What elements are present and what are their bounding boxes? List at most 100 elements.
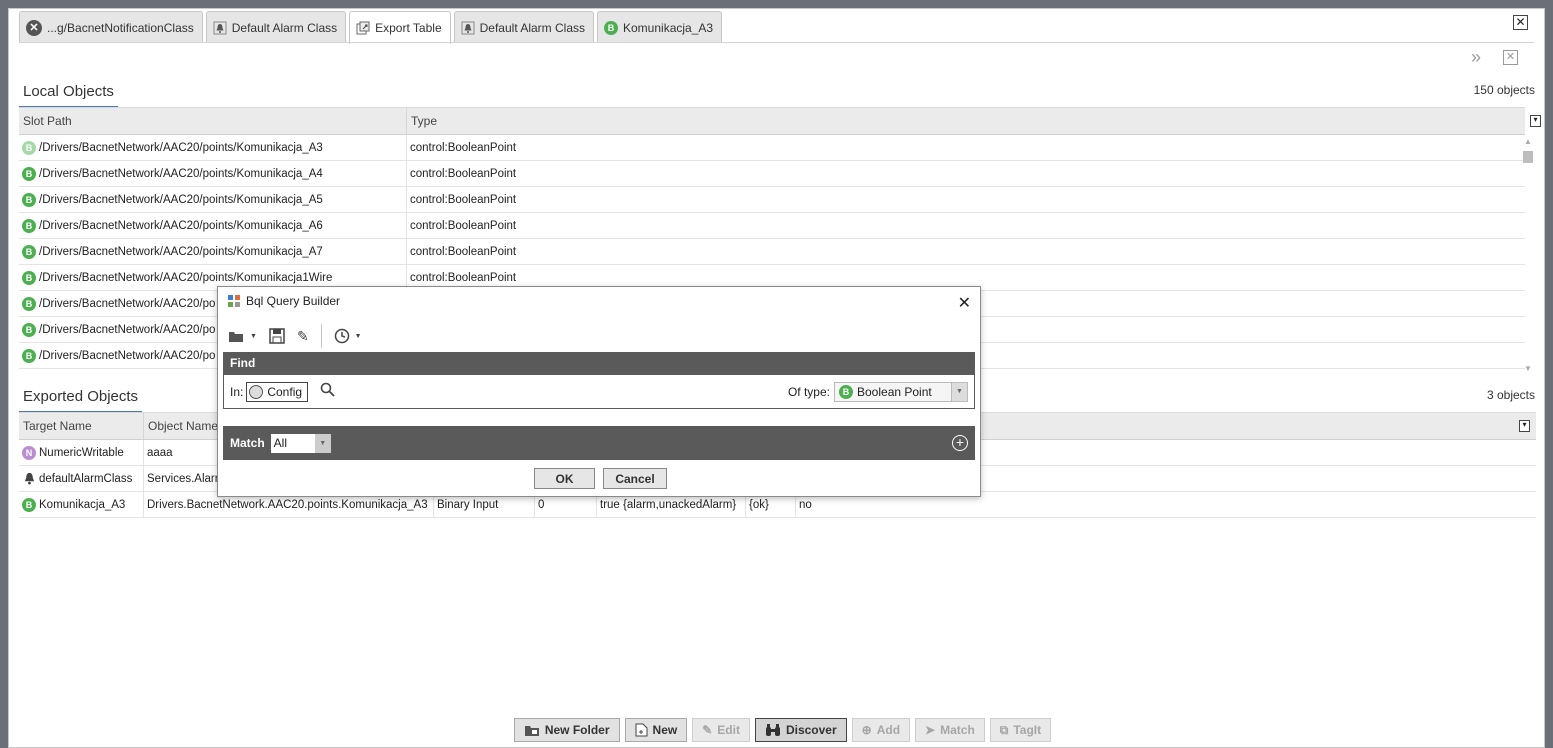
find-section-header: Find xyxy=(223,352,975,375)
find-section: In: Config Of type: B Boolean Point ▼ xyxy=(223,375,975,409)
add-condition-icon[interactable]: + xyxy=(952,435,968,451)
match-arrow-icon: ➤ xyxy=(925,723,936,737)
type-cell: control:BooleanPoint xyxy=(410,193,517,206)
match-button[interactable]: ➤ Match xyxy=(915,718,985,742)
boolean-point-icon: B xyxy=(22,322,36,337)
table-header: Slot Path Type ▾ xyxy=(19,107,1541,135)
slot-path: /Drivers/BacnetNetwork/AAC20/points/Komu… xyxy=(39,245,323,258)
tab-default-alarm-class-1[interactable]: Default Alarm Class xyxy=(205,11,347,43)
discover-button[interactable]: Discover xyxy=(754,718,847,742)
export-table-icon xyxy=(356,21,370,35)
bell-icon xyxy=(22,472,36,486)
close-circle-icon[interactable]: ✕ xyxy=(26,19,42,36)
close-icon[interactable]: ✕ xyxy=(958,293,971,313)
open-folder-menu[interactable]: ▼ xyxy=(228,330,257,343)
slot-path: /Drivers/BacnetNetwork/AAC20/points/Komu… xyxy=(39,193,323,206)
tab-label: Default Alarm Class xyxy=(231,20,338,35)
tag-icon: ⧉ xyxy=(999,722,1009,737)
chevron-down-icon[interactable]: ▼ xyxy=(314,433,331,453)
chevron-down-icon[interactable]: ▼ xyxy=(951,382,967,401)
close-pane-icon[interactable]: ✕ xyxy=(1503,50,1518,65)
bql-icon xyxy=(228,295,240,307)
table-row[interactable]: B/Drivers/BacnetNetwork/AAC20/points/Kom… xyxy=(19,187,1525,213)
boolean-point-icon: B xyxy=(604,20,618,35)
scroll-down-icon[interactable]: ▼ xyxy=(1522,364,1534,373)
table-row[interactable]: B/Drivers/BacnetNetwork/AAC20/points/Kom… xyxy=(19,135,1525,161)
database-icon xyxy=(249,384,264,399)
target-name: NumericWritable xyxy=(39,446,124,459)
slot-path: /Drivers/BacnetNetwork/AAC20/po xyxy=(39,349,216,362)
table-row[interactable]: B/Drivers/BacnetNetwork/AAC20/points/Kom… xyxy=(19,213,1525,239)
boolean-point-icon: B xyxy=(22,348,36,363)
edit-button[interactable]: ✎ Edit xyxy=(692,718,750,742)
slot-path: /Drivers/BacnetNetwork/AAC20/points/Komu… xyxy=(39,141,323,154)
scroll-up-icon[interactable]: ▲ xyxy=(1522,137,1534,146)
alarm-class-icon xyxy=(461,21,475,35)
numeric-writable-icon: N xyxy=(22,445,36,460)
column-header-type[interactable]: Type xyxy=(407,108,1525,134)
add-button[interactable]: ⊕ Add xyxy=(851,718,911,742)
pencil-icon: ✎ xyxy=(296,327,309,344)
search-icon[interactable] xyxy=(320,382,335,401)
button-label: New xyxy=(652,723,678,737)
chevron-down-icon: ▼ xyxy=(250,332,257,340)
button-label: Discover xyxy=(785,723,837,737)
tab-label: Export Table xyxy=(375,21,442,35)
exported-objects-count: 3 objects xyxy=(1486,388,1535,402)
table-row[interactable]: B/Drivers/BacnetNetwork/AAC20/points/Kom… xyxy=(19,239,1525,265)
add-circle-icon: ⊕ xyxy=(861,723,872,737)
boolean-point-icon: B xyxy=(22,244,36,259)
tagit-button[interactable]: ⧉ TagIt xyxy=(989,718,1052,742)
target-name: defaultAlarmClass xyxy=(39,472,133,485)
column-options-icon[interactable]: ▾ xyxy=(1519,420,1530,432)
tab-bar: ✕ ...g/BacnetNotificationClass Default A… xyxy=(19,11,723,44)
new-folder-icon xyxy=(524,725,539,736)
target-name: Komunikacja_A3 xyxy=(39,498,126,511)
double-chevron-right-icon[interactable]: » xyxy=(1471,47,1481,68)
tab-label: Komunikacja_A3 xyxy=(623,20,714,35)
button-label: Match xyxy=(940,723,975,737)
save-icon xyxy=(269,328,285,344)
edit-query-button[interactable]: ✎ xyxy=(297,328,309,345)
close-window-icon[interactable]: ✕ xyxy=(1513,15,1528,30)
boolean-point-icon: B xyxy=(22,497,36,512)
type-cell: control:BooleanPoint xyxy=(410,141,517,154)
new-folder-button[interactable]: New Folder xyxy=(513,718,620,742)
cancel-button[interactable]: Cancel xyxy=(603,468,667,489)
tab-export-table[interactable]: Export Table xyxy=(349,11,451,44)
match-section: Match All ▼ + xyxy=(223,426,975,460)
history-clock-icon xyxy=(334,328,349,344)
save-button[interactable] xyxy=(269,328,285,344)
button-label: Add xyxy=(876,723,901,737)
tab-bacnet-notification-class[interactable]: ✕ ...g/BacnetNotificationClass xyxy=(19,11,203,43)
in-label: In: xyxy=(230,384,244,399)
tab-default-alarm-class-2[interactable]: Default Alarm Class xyxy=(453,11,594,43)
tab-komunikacja-a3[interactable]: B Komunikacja_A3 xyxy=(597,11,723,43)
type-cell: control:BooleanPoint xyxy=(410,245,517,258)
scrollbar-thumb[interactable] xyxy=(1523,151,1533,163)
column-options-icon[interactable]: ▾ xyxy=(1530,115,1541,127)
boolean-point-icon: B xyxy=(22,166,36,181)
local-objects-scrollbar[interactable]: ▲ ▼ xyxy=(1522,135,1534,373)
new-button[interactable]: New xyxy=(624,718,688,742)
chevron-down-icon: ▼ xyxy=(354,332,362,340)
local-objects-count: 150 objects xyxy=(1473,83,1535,97)
history-menu[interactable]: ▼ xyxy=(334,328,362,344)
exported-objects-title: Exported Objects xyxy=(19,384,143,413)
button-label: New Folder xyxy=(544,723,610,737)
in-scope-field[interactable]: Config xyxy=(246,381,309,402)
table-row[interactable]: B/Drivers/BacnetNetwork/AAC20/points/Kom… xyxy=(19,161,1525,187)
local-objects-title: Local Objects xyxy=(19,79,118,108)
dialog-title: Bql Query Builder xyxy=(246,294,341,308)
of-type-select[interactable]: B Boolean Point ▼ xyxy=(834,381,968,402)
tab-label: Default Alarm Class xyxy=(479,20,585,35)
dialog-toolbar: ▼ ✎ ▼ xyxy=(228,324,362,348)
match-value: All xyxy=(273,436,288,450)
ok-button[interactable]: OK xyxy=(534,468,595,489)
toolbar-separator xyxy=(320,324,322,348)
column-header-target-name[interactable]: Target Name xyxy=(19,413,144,439)
column-header-slot-path[interactable]: Slot Path xyxy=(19,108,407,134)
match-label: Match xyxy=(230,436,265,450)
match-select[interactable]: All ▼ xyxy=(270,433,331,453)
boolean-point-icon: B xyxy=(839,384,853,399)
